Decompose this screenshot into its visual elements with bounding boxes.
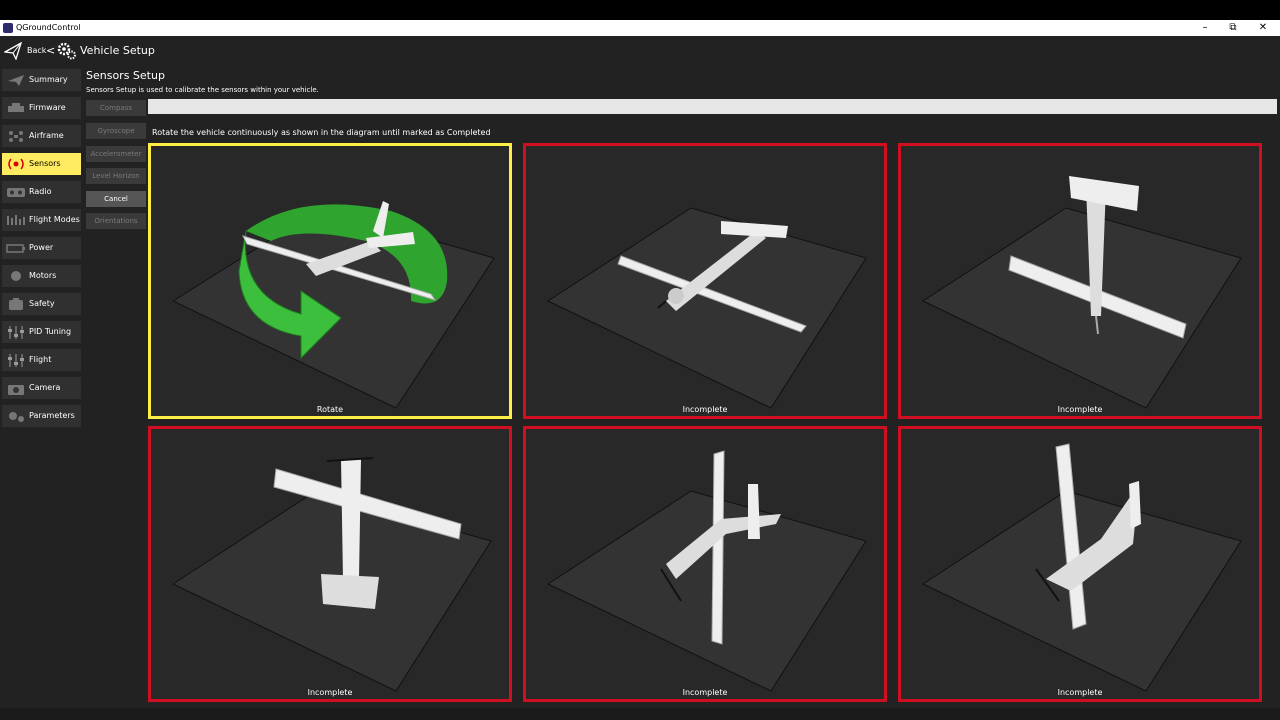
restore-icon[interactable]: ⧉ (1218, 20, 1248, 36)
close-icon[interactable]: ✕ (1248, 20, 1278, 36)
breadcrumb-separator: < (46, 44, 56, 57)
orientation-tile-3: Incomplete (898, 143, 1262, 419)
sidebar-item-pid-tuning[interactable]: PID Tuning (2, 321, 81, 343)
orientation-status: Rotate (316, 405, 344, 414)
sliders-icon (8, 354, 24, 367)
paper-plane-icon[interactable] (4, 42, 22, 60)
sensors-icon (8, 158, 24, 170)
gyroscope-button[interactable]: Gyroscope (86, 123, 146, 139)
gear-icon (57, 42, 76, 60)
sidebar-item-label: Motors (29, 271, 57, 280)
compass-button[interactable]: Compass (86, 100, 146, 116)
plane-rotate-diagram (171, 201, 495, 409)
plane-diagram (171, 457, 492, 692)
sidebar-item-label: Power (29, 243, 54, 252)
gears-icon (9, 412, 24, 422)
orientation-tile-2: Incomplete (523, 143, 887, 419)
sidebar-item-flight-behavior[interactable]: Flight Behavior (2, 349, 81, 386)
sidebar-item-label: Sensors (29, 159, 61, 168)
sidebar-item-airframe[interactable]: Airframe (2, 125, 81, 147)
plane-diagram (546, 450, 867, 692)
plane-diagram (921, 176, 1242, 409)
calibration-progress-bar (148, 99, 1277, 114)
calibration-instruction: Rotate the vehicle continuously as shown… (152, 128, 491, 137)
section-description: Sensors Setup is used to calibrate the s… (86, 86, 319, 94)
page-title: Vehicle Setup (80, 44, 155, 57)
level-horizon-button[interactable]: Level Horizon (86, 168, 146, 184)
sidebar-item-safety[interactable]: Safety (2, 293, 81, 315)
orientation-status: Incomplete (682, 405, 728, 414)
sidebar-item-camera[interactable]: Camera (2, 377, 81, 399)
firmware-icon (8, 103, 24, 112)
sliders-icon (8, 326, 24, 339)
sidebar-item-parameters[interactable]: Parameters (2, 405, 81, 427)
airframe-icon (9, 131, 23, 142)
window-titlebar: QGroundControl – ⧉ ✕ (0, 20, 1280, 36)
sidebar-item-label: Flight Modes (29, 215, 80, 224)
power-icon (6, 244, 25, 253)
radio-icon (7, 188, 25, 197)
orientation-tile-5: Incomplete (523, 426, 887, 702)
orientation-status: Incomplete (682, 688, 728, 697)
window-title: QGroundControl (16, 23, 81, 32)
sidebar-item-motors[interactable]: Motors (2, 265, 81, 287)
back-button[interactable]: Back (27, 46, 46, 55)
orientations-button[interactable]: Orientations (86, 213, 146, 229)
orientation-tile-6: Incomplete (898, 426, 1262, 702)
sidebar-item-summary[interactable]: Summary (2, 69, 81, 91)
sidebar-item-label: Camera (29, 383, 61, 392)
sidebar-item-label: Airframe (29, 131, 64, 140)
motors-icon (11, 271, 21, 281)
orientation-tile-4: Incomplete (148, 426, 512, 702)
cancel-button[interactable]: Cancel (86, 191, 146, 207)
flight-modes-icon (7, 215, 25, 225)
sidebar-item-power[interactable]: Power (2, 237, 81, 259)
orientation-tile-1: Rotate (148, 143, 512, 419)
section-title: Sensors Setup (86, 69, 165, 82)
sidebar-item-label: Firmware (29, 103, 66, 112)
orientation-status: Incomplete (1057, 405, 1103, 414)
camera-icon (8, 385, 24, 395)
sidebar-item-label: PID Tuning (29, 327, 72, 336)
accelerometer-button[interactable]: Accelerometer (86, 146, 146, 162)
minimize-icon[interactable]: – (1190, 20, 1220, 36)
sidebar-item-label: Parameters (29, 411, 75, 420)
paper-plane-icon (8, 75, 24, 86)
top-toolbar (0, 36, 1280, 66)
safety-icon (9, 298, 23, 310)
os-taskbar (0, 708, 1280, 720)
sidebar-item-label: Safety (29, 299, 55, 308)
sidebar-item-label: Summary (29, 75, 68, 84)
sidebar-item-label: Radio (29, 187, 52, 196)
sidebar-item-radio[interactable]: Radio (2, 181, 81, 203)
sidebar-item-firmware[interactable]: Firmware (2, 97, 81, 119)
sidebar-item-flight-modes[interactable]: Flight Modes (2, 209, 81, 231)
orientation-status: Incomplete (307, 688, 353, 697)
plane-diagram (921, 443, 1242, 692)
sidebar-item-sensors[interactable]: Sensors (2, 153, 81, 175)
plane-diagram (546, 207, 867, 409)
orientation-status: Incomplete (1057, 688, 1103, 697)
qgc-app-icon (3, 23, 13, 33)
